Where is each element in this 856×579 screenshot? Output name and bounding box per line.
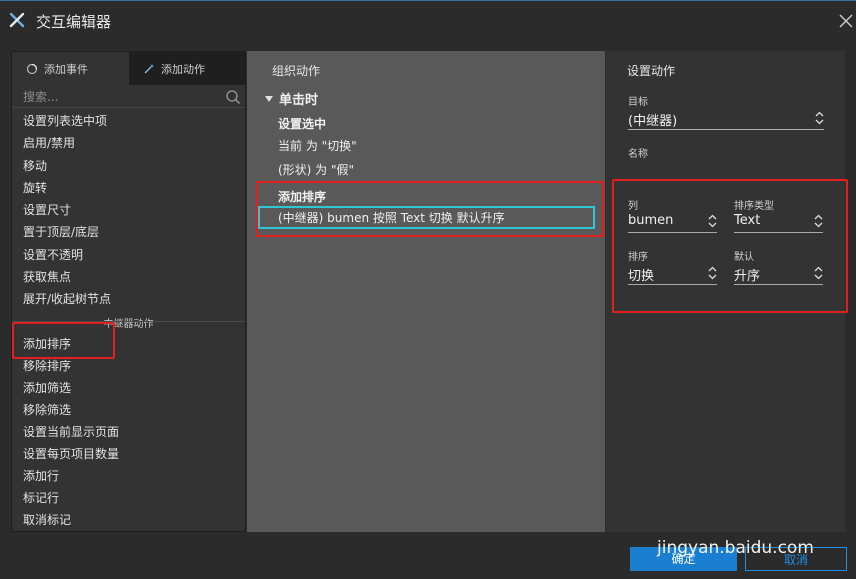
tab-add-action[interactable]: 添加动作: [129, 52, 245, 85]
actions-panel: 添加事件 添加动作 设置列表选中项 启用/禁用 移动 旋转 设置尺寸 置于顶层/…: [11, 51, 246, 532]
target-value: (中继器): [628, 114, 678, 129]
action-item[interactable]: 展开/收起树节点: [23, 290, 111, 307]
action-item[interactable]: 设置当前显示页面: [23, 423, 119, 440]
ok-button[interactable]: 确定: [630, 547, 737, 571]
action-item[interactable]: 移除筛选: [23, 401, 71, 418]
action-item[interactable]: 添加行: [23, 467, 59, 484]
action-item[interactable]: 添加筛选: [23, 379, 71, 396]
caret-down-icon[interactable]: [265, 95, 273, 103]
event-onclick[interactable]: 单击时: [265, 89, 318, 108]
search-icon[interactable]: [225, 89, 241, 105]
action-detail[interactable]: 当前 为 "切换": [278, 137, 357, 154]
updown-arrow-icon: [815, 111, 824, 125]
action-item[interactable]: 取消标记: [23, 511, 71, 528]
action-item[interactable]: 标记行: [23, 489, 59, 506]
organize-actions-panel: 组织动作 单击时 设置选中 当前 为 "切换" (形状) 为 "假" 添加排序 …: [247, 51, 605, 532]
action-item[interactable]: 置于顶层/底层: [23, 223, 99, 240]
search-input[interactable]: [12, 86, 212, 108]
event-icon: [26, 63, 38, 74]
tab-bar: 添加事件 添加动作: [12, 52, 245, 85]
target-select[interactable]: (中继器): [628, 108, 824, 130]
panel-title: 设置动作: [627, 64, 676, 78]
action-item[interactable]: 设置尺寸: [23, 201, 71, 218]
action-detail[interactable]: (形状) 为 "假": [278, 161, 354, 178]
action-set-selected[interactable]: 设置选中: [278, 115, 326, 132]
search-box: [12, 86, 245, 108]
highlight-box: [12, 322, 115, 359]
action-item[interactable]: 旋转: [23, 179, 47, 196]
close-icon[interactable]: [838, 13, 854, 29]
action-item[interactable]: 设置每页项目数量: [23, 445, 119, 462]
selected-action-outline: [258, 206, 595, 229]
magic-icon: [144, 63, 154, 73]
title-bar: 交互编辑器: [0, 0, 856, 40]
action-item[interactable]: 移动: [23, 157, 47, 174]
tab-add-event[interactable]: 添加事件: [12, 52, 129, 85]
event-label: 单击时: [279, 93, 319, 108]
window-title: 交互编辑器: [36, 13, 112, 31]
tab-add-event-label: 添加事件: [44, 62, 88, 76]
cancel-button[interactable]: 取消: [745, 547, 847, 571]
panel-title: 组织动作: [272, 64, 321, 78]
action-item[interactable]: 启用/禁用: [23, 134, 75, 151]
highlight-box: [612, 179, 848, 313]
action-item[interactable]: 设置不透明: [23, 246, 83, 263]
tab-add-action-label: 添加动作: [161, 62, 205, 76]
name-label: 名称: [628, 149, 648, 160]
target-label: 目标: [628, 97, 648, 108]
app-logo-icon: [9, 12, 25, 28]
action-item[interactable]: 设置列表选中项: [23, 112, 107, 129]
action-item[interactable]: 移除排序: [23, 357, 71, 374]
action-item[interactable]: 获取焦点: [23, 268, 71, 285]
